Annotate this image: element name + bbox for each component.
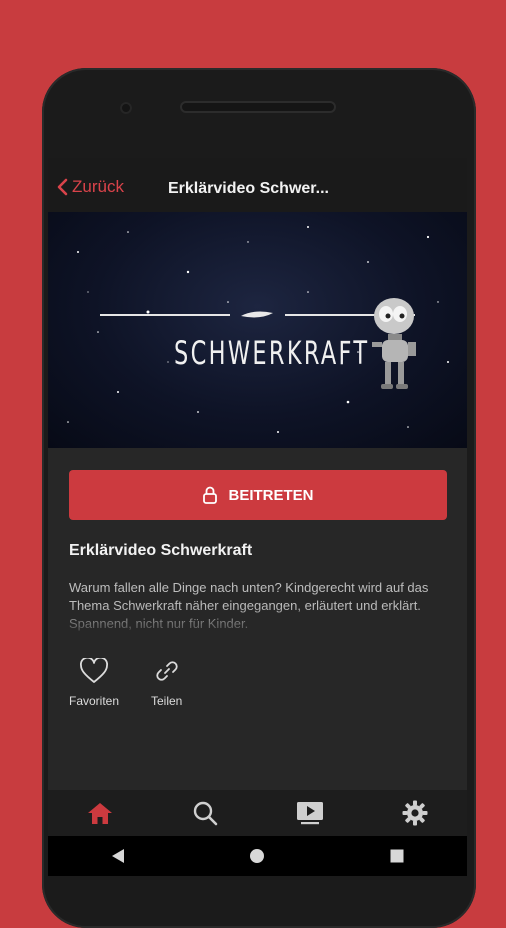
heart-icon (80, 658, 108, 683)
recents-square-icon (390, 849, 404, 863)
nav-search[interactable] (185, 793, 225, 833)
nav-settings[interactable] (395, 793, 435, 833)
page-title: Erklärvideo Schwer... (168, 180, 329, 197)
hero-title: SCHWERKRAFT (174, 334, 370, 372)
system-back-button[interactable] (103, 841, 133, 871)
back-triangle-icon (111, 849, 124, 863)
robot-illustration (372, 298, 416, 389)
back-button[interactable]: Zurück (56, 177, 124, 197)
feather-icon (241, 311, 273, 318)
nav-videos[interactable] (290, 793, 330, 833)
app-screen: Zurück Erklärvideo Schwer... SCHWERKRAFT (48, 158, 467, 876)
gear-icon (402, 800, 428, 826)
chevron-left-icon (57, 178, 68, 196)
video-thumbnail[interactable]: SCHWERKRAFT (48, 212, 467, 448)
speaker (180, 101, 336, 113)
video-icon (296, 802, 323, 825)
share-button[interactable]: Teilen (151, 658, 182, 708)
link-icon (156, 661, 178, 681)
search-icon (193, 801, 218, 826)
share-label: Teilen (151, 694, 183, 708)
favorites-button[interactable]: Favoriten (69, 658, 119, 708)
system-home-button[interactable] (242, 841, 272, 871)
system-recents-button[interactable] (382, 841, 412, 871)
nav-home[interactable] (80, 793, 120, 833)
description-fade (48, 606, 467, 636)
home-icon (88, 803, 113, 824)
join-button[interactable]: BEITRETEN (69, 470, 447, 520)
lock-icon (203, 486, 218, 504)
top-bar: Zurück Erklärvideo Schwer... (48, 158, 467, 212)
video-title: Erklärvideo Schwerkraft (69, 542, 253, 559)
join-button-label: BEITRETEN (228, 486, 314, 504)
camera (120, 102, 132, 114)
home-circle-icon (250, 849, 265, 863)
divider-line-left (100, 314, 230, 316)
back-label: Zurück (72, 177, 124, 196)
bottom-navigation (48, 790, 467, 836)
system-navigation (48, 836, 467, 876)
favorites-label: Favoriten (69, 694, 120, 708)
